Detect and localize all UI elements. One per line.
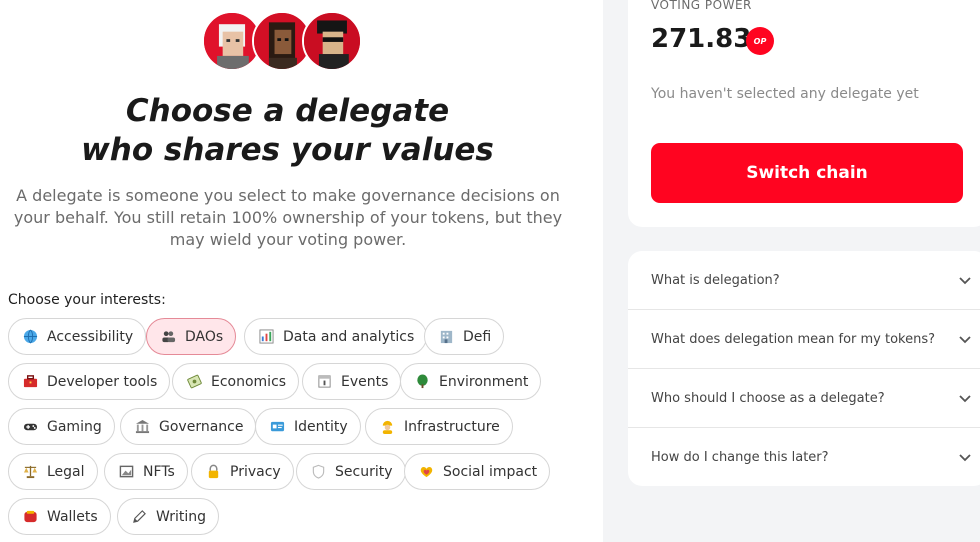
interest-chip-daos[interactable]: DAOs	[146, 318, 237, 355]
left-panel: Choose a delegate who shares your values…	[0, 0, 603, 542]
interest-chip-governance[interactable]: Governance	[120, 408, 257, 445]
faq-item-what-is-delegation[interactable]: What is delegation?	[628, 251, 980, 310]
chevron-down-icon	[959, 277, 971, 285]
chip-label: Developer tools	[47, 373, 158, 390]
chip-label: Economics	[211, 373, 287, 390]
delegate-status: You haven't selected any delegate yet	[651, 86, 919, 102]
shield-icon	[309, 463, 327, 481]
faq-item-who-to-choose[interactable]: Who should I choose as a delegate?	[628, 369, 980, 428]
gamepad-icon	[21, 418, 39, 436]
tree-icon	[413, 373, 431, 391]
interest-chip-wallets[interactable]: Wallets	[8, 498, 111, 535]
interest-chip-infrastructure[interactable]: Infrastructure	[365, 408, 513, 445]
wallet-icon	[21, 508, 39, 526]
lock-icon	[204, 463, 222, 481]
interest-chip-economics[interactable]: Economics	[172, 363, 300, 400]
pen-icon	[130, 508, 148, 526]
chip-label: Environment	[439, 373, 529, 390]
interest-chip-gaming[interactable]: Gaming	[8, 408, 115, 445]
chip-label: Social impact	[443, 463, 538, 480]
frame-icon	[117, 463, 135, 481]
heart-hands-icon	[417, 463, 435, 481]
faq-question: What is delegation?	[651, 272, 780, 288]
interest-chip-accessibility[interactable]: Accessibility	[8, 318, 147, 355]
delegate-avatars	[202, 11, 362, 73]
scales-icon	[21, 463, 39, 481]
faq-question: How do I change this later?	[651, 450, 829, 465]
chip-label: NFTs	[143, 463, 175, 480]
chip-label: Events	[341, 373, 389, 390]
faq-question: Who should I choose as a delegate?	[651, 390, 885, 406]
chevron-down-icon	[959, 395, 971, 403]
chevron-down-icon	[959, 454, 971, 462]
page-title-line-1: Choose a delegate	[125, 93, 450, 129]
chip-label: Accessibility	[47, 328, 134, 345]
bar-chart-icon	[257, 328, 275, 346]
interest-chip-writing[interactable]: Writing	[117, 498, 219, 535]
chip-label: Infrastructure	[404, 418, 500, 435]
interest-chip-legal[interactable]: Legal	[8, 453, 98, 490]
interest-chip-defi[interactable]: Defi	[424, 318, 505, 355]
chip-label: Data and analytics	[283, 328, 415, 345]
chip-label: DAOs	[185, 328, 224, 345]
faq-item-tokens[interactable]: What does delegation mean for my tokens?	[628, 310, 980, 369]
voting-power-label: VOTING POWER	[651, 0, 752, 12]
right-panel: VOTING POWER 271.83 OP You haven't selec…	[603, 0, 980, 542]
faq-item-change-later[interactable]: How do I change this later?	[628, 428, 980, 486]
interest-chip-events[interactable]: Events	[302, 363, 402, 400]
id-card-icon	[268, 418, 286, 436]
chip-label: Identity	[294, 418, 348, 435]
interest-chip-nfts[interactable]: NFTs	[104, 453, 188, 490]
interest-chip-developer-tools[interactable]: Developer tools	[8, 363, 171, 400]
chip-label: Gaming	[47, 418, 102, 435]
interest-chip-security[interactable]: Security	[296, 453, 406, 490]
interest-chip-identity[interactable]: Identity	[255, 408, 361, 445]
people-icon	[159, 328, 177, 346]
money-icon	[185, 373, 203, 391]
interest-chip-social-impact[interactable]: Social impact	[404, 453, 551, 490]
chip-label: Security	[335, 463, 393, 480]
toolbox-icon	[21, 373, 39, 391]
switch-chain-button[interactable]: Switch chain	[651, 143, 963, 203]
calendar-icon	[315, 373, 333, 391]
faq-card: What is delegation? What does delegation…	[628, 251, 980, 486]
chip-label: Governance	[159, 418, 244, 435]
chip-label: Legal	[47, 463, 85, 480]
avatar	[302, 11, 362, 71]
voting-power-value: 271.83	[651, 24, 752, 54]
chip-label: Privacy	[230, 463, 281, 480]
interests-label: Choose your interests:	[8, 292, 166, 308]
chip-label: Writing	[156, 508, 206, 525]
interest-chip-privacy[interactable]: Privacy	[191, 453, 294, 490]
chevron-down-icon	[959, 336, 971, 344]
description: A delegate is someone you select to make…	[13, 186, 563, 249]
voting-power-card: VOTING POWER 271.83 OP You haven't selec…	[628, 0, 980, 227]
faq-question: What does delegation mean for my tokens?	[651, 331, 936, 347]
page-title-line-2: who shares your values	[81, 132, 494, 168]
bank-icon	[437, 328, 455, 346]
interest-chip-environment[interactable]: Environment	[400, 363, 542, 400]
building-icon	[133, 418, 151, 436]
worker-icon	[378, 418, 396, 436]
globe-icon	[21, 328, 39, 346]
chip-label: Defi	[463, 328, 492, 345]
chip-label: Wallets	[47, 508, 98, 525]
interest-chip-data-analytics[interactable]: Data and analytics	[244, 318, 428, 355]
op-token-icon: OP	[746, 27, 774, 55]
